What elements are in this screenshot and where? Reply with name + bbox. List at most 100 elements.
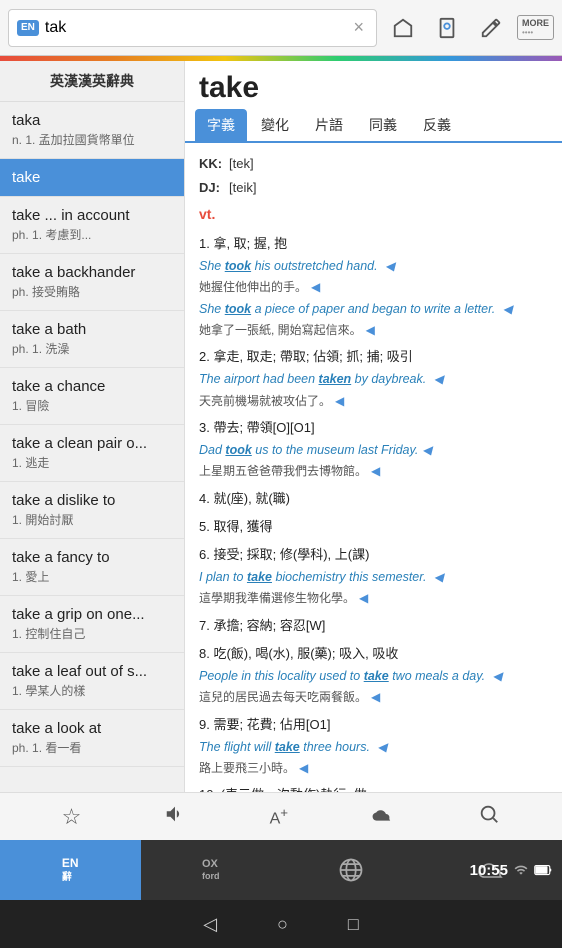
dict-content: take 字義 變化 片語 同義 反義 KK: [tek] DJ: [teik]… bbox=[185, 61, 562, 792]
kk-row: KK: [tek] bbox=[199, 153, 548, 175]
def-8: 8. 吃(飯), 喝(水), 服(藥); 吸入, 吸收 bbox=[199, 643, 548, 665]
example-cn: 這兒的居民過去每天吃兩餐飯。◀ bbox=[199, 687, 548, 707]
sidebar-item-sub: 1. 冒險 bbox=[12, 397, 172, 414]
sidebar-item-sub: ph. 1. 洗澡 bbox=[12, 340, 172, 357]
sidebar-item-sub: ph. 1. 考慮到... bbox=[12, 226, 172, 243]
sidebar-item-take[interactable]: take bbox=[0, 159, 184, 197]
top-icons: MORE •••• bbox=[385, 10, 554, 46]
audio-icon[interactable] bbox=[164, 803, 186, 830]
sidebar-item-take-dislike[interactable]: take a dislike to 1. 開始討厭 bbox=[0, 482, 184, 539]
tabs-bar: 字義 變化 片語 同義 反義 bbox=[185, 109, 562, 143]
def-2: 2. 拿走, 取走; 帶取; 佔領; 抓; 捕; 吸引 bbox=[199, 346, 548, 368]
sound-icon[interactable]: ◀ bbox=[335, 391, 344, 411]
def-10: 10. (表示做一次動作)執行, 做 bbox=[199, 784, 548, 792]
sound-icon[interactable]: ◀ bbox=[359, 588, 368, 608]
recents-button[interactable]: □ bbox=[348, 914, 359, 935]
tab-fanyi[interactable]: 反義 bbox=[411, 109, 463, 141]
sidebar-item-take-leaf[interactable]: take a leaf out of s... 1. 學某人的樣 bbox=[0, 653, 184, 710]
def-5: 5. 取得, 獲得 bbox=[199, 516, 548, 538]
sound-icon[interactable]: ◀ bbox=[377, 737, 386, 757]
sidebar-item-sub: ph. 接受賄賂 bbox=[12, 283, 172, 300]
en-badge: EN bbox=[17, 20, 39, 36]
sound-icon[interactable]: ◀ bbox=[371, 687, 380, 707]
sidebar-item-title: take ... in account bbox=[12, 207, 172, 224]
sidebar-item-sub: ph. 1. 看一看 bbox=[12, 739, 172, 756]
cloud-icon[interactable] bbox=[371, 804, 395, 830]
sidebar-item-taka[interactable]: taka n. 1. 孟加拉國貨幣單位 bbox=[0, 102, 184, 159]
example-cn: 上星期五爸爸帶我們去博物館。◀ bbox=[199, 461, 548, 481]
example-en: I plan to take biochemistry this semeste… bbox=[199, 567, 548, 588]
clear-button[interactable]: × bbox=[349, 17, 368, 38]
nav-btn-oxford[interactable]: OXford bbox=[141, 840, 282, 900]
sidebar-item-title: take a bath bbox=[12, 321, 172, 338]
edit-icon[interactable] bbox=[473, 10, 509, 46]
top-bar: EN × MORE •••• bbox=[0, 0, 562, 56]
nav-btn-globe[interactable] bbox=[281, 840, 422, 900]
sidebar-item-take-bath[interactable]: take a bath ph. 1. 洗澡 bbox=[0, 311, 184, 368]
sound-icon[interactable]: ◀ bbox=[371, 461, 380, 481]
sidebar-item-title: take a fancy to bbox=[12, 549, 172, 566]
sidebar-item-sub: 1. 學某人的樣 bbox=[12, 682, 172, 699]
sidebar: 英漢漢英辭典 taka n. 1. 孟加拉國貨幣單位 take take ...… bbox=[0, 61, 185, 792]
word-title: take bbox=[185, 61, 562, 109]
home-button[interactable]: ○ bbox=[277, 914, 288, 935]
search-input[interactable] bbox=[45, 19, 350, 37]
example-en: People in this locality used to take two… bbox=[199, 666, 548, 687]
search-box: EN × bbox=[8, 9, 377, 47]
pos-label: vt. bbox=[199, 203, 548, 227]
sidebar-item-take-in-account[interactable]: take ... in account ph. 1. 考慮到... bbox=[0, 197, 184, 254]
sound-icon[interactable]: ◀ bbox=[299, 758, 308, 778]
more-button[interactable]: MORE •••• bbox=[517, 15, 554, 40]
example-cn: 她拿了一張紙, 開始寫起信來。◀ bbox=[199, 320, 548, 340]
sidebar-item-title: take bbox=[12, 169, 172, 186]
nav-btn-en[interactable]: EN辭 bbox=[0, 840, 141, 900]
search-icon[interactable] bbox=[478, 803, 500, 831]
dict-body: KK: [tek] DJ: [teik] vt. 1. 拿, 取; 握, 抱 S… bbox=[185, 143, 562, 792]
example-en: She took his outstretched hand. ◀ bbox=[199, 256, 548, 277]
sidebar-item-title: take a dislike to bbox=[12, 492, 172, 509]
sidebar-item-take-look[interactable]: take a look at ph. 1. 看一看 bbox=[0, 710, 184, 767]
sound-icon[interactable]: ◀ bbox=[434, 369, 443, 389]
def-9: 9. 需要; 花費; 佔用[O1] bbox=[199, 714, 548, 736]
sound-icon[interactable]: ◀ bbox=[503, 299, 512, 319]
sidebar-item-title: take a backhander bbox=[12, 264, 172, 281]
example-en: The flight will take three hours. ◀ bbox=[199, 737, 548, 758]
sound-icon[interactable]: ◀ bbox=[366, 320, 375, 340]
sidebar-item-take-grip[interactable]: take a grip on one... 1. 控制住自己 bbox=[0, 596, 184, 653]
sidebar-item-take-chance[interactable]: take a chance 1. 冒險 bbox=[0, 368, 184, 425]
tab-bianhua[interactable]: 變化 bbox=[249, 109, 301, 141]
tab-ziyi[interactable]: 字義 bbox=[195, 109, 247, 141]
def-4: 4. 就(座), 就(職) bbox=[199, 488, 548, 510]
sidebar-item-take-backhander[interactable]: take a backhander ph. 接受賄賂 bbox=[0, 254, 184, 311]
dj-row: DJ: [teik] bbox=[199, 177, 548, 199]
main-content: 英漢漢英辭典 taka n. 1. 孟加拉國貨幣單位 take take ...… bbox=[0, 61, 562, 792]
example-en: Dad took us to the museum last Friday.◀ bbox=[199, 440, 548, 461]
dj-value: [teik] bbox=[229, 177, 256, 199]
sound-icon[interactable]: ◀ bbox=[385, 256, 394, 276]
sidebar-item-sub: 1. 開始討厭 bbox=[12, 511, 172, 528]
back-button[interactable]: ◁ bbox=[203, 914, 217, 935]
sound-icon[interactable]: ◀ bbox=[493, 666, 502, 686]
bookmark-icon[interactable] bbox=[429, 10, 465, 46]
sidebar-header: 英漢漢英辭典 bbox=[0, 61, 184, 102]
tab-tongyi[interactable]: 同義 bbox=[357, 109, 409, 141]
sidebar-item-take-clean-pair[interactable]: take a clean pair o... 1. 逃走 bbox=[0, 425, 184, 482]
battery-icon bbox=[534, 864, 552, 876]
sound-icon[interactable]: ◀ bbox=[434, 567, 443, 587]
example-cn: 天亮前機場就被攻佔了。◀ bbox=[199, 391, 548, 411]
sidebar-item-sub: n. 1. 孟加拉國貨幣單位 bbox=[12, 131, 172, 148]
status-time: 10:55 bbox=[470, 862, 508, 879]
nav-oxford-label: OXford bbox=[202, 858, 220, 882]
sidebar-item-title: take a clean pair o... bbox=[12, 435, 172, 452]
sound-icon[interactable]: ◀ bbox=[311, 277, 320, 297]
sidebar-item-title: take a chance bbox=[12, 378, 172, 395]
sidebar-item-sub: 1. 控制住自己 bbox=[12, 625, 172, 642]
star-icon[interactable]: ☆ bbox=[62, 804, 82, 830]
tab-piyu[interactable]: 片語 bbox=[303, 109, 355, 141]
home-icon[interactable] bbox=[385, 10, 421, 46]
sidebar-item-take-fancy[interactable]: take a fancy to 1. 愛上 bbox=[0, 539, 184, 596]
dict-toolbar: ☆ A+ bbox=[0, 792, 562, 840]
font-size-icon[interactable]: A+ bbox=[270, 805, 288, 828]
sound-icon[interactable]: ◀ bbox=[422, 440, 431, 460]
example-en: The airport had been taken by daybreak. … bbox=[199, 369, 548, 390]
